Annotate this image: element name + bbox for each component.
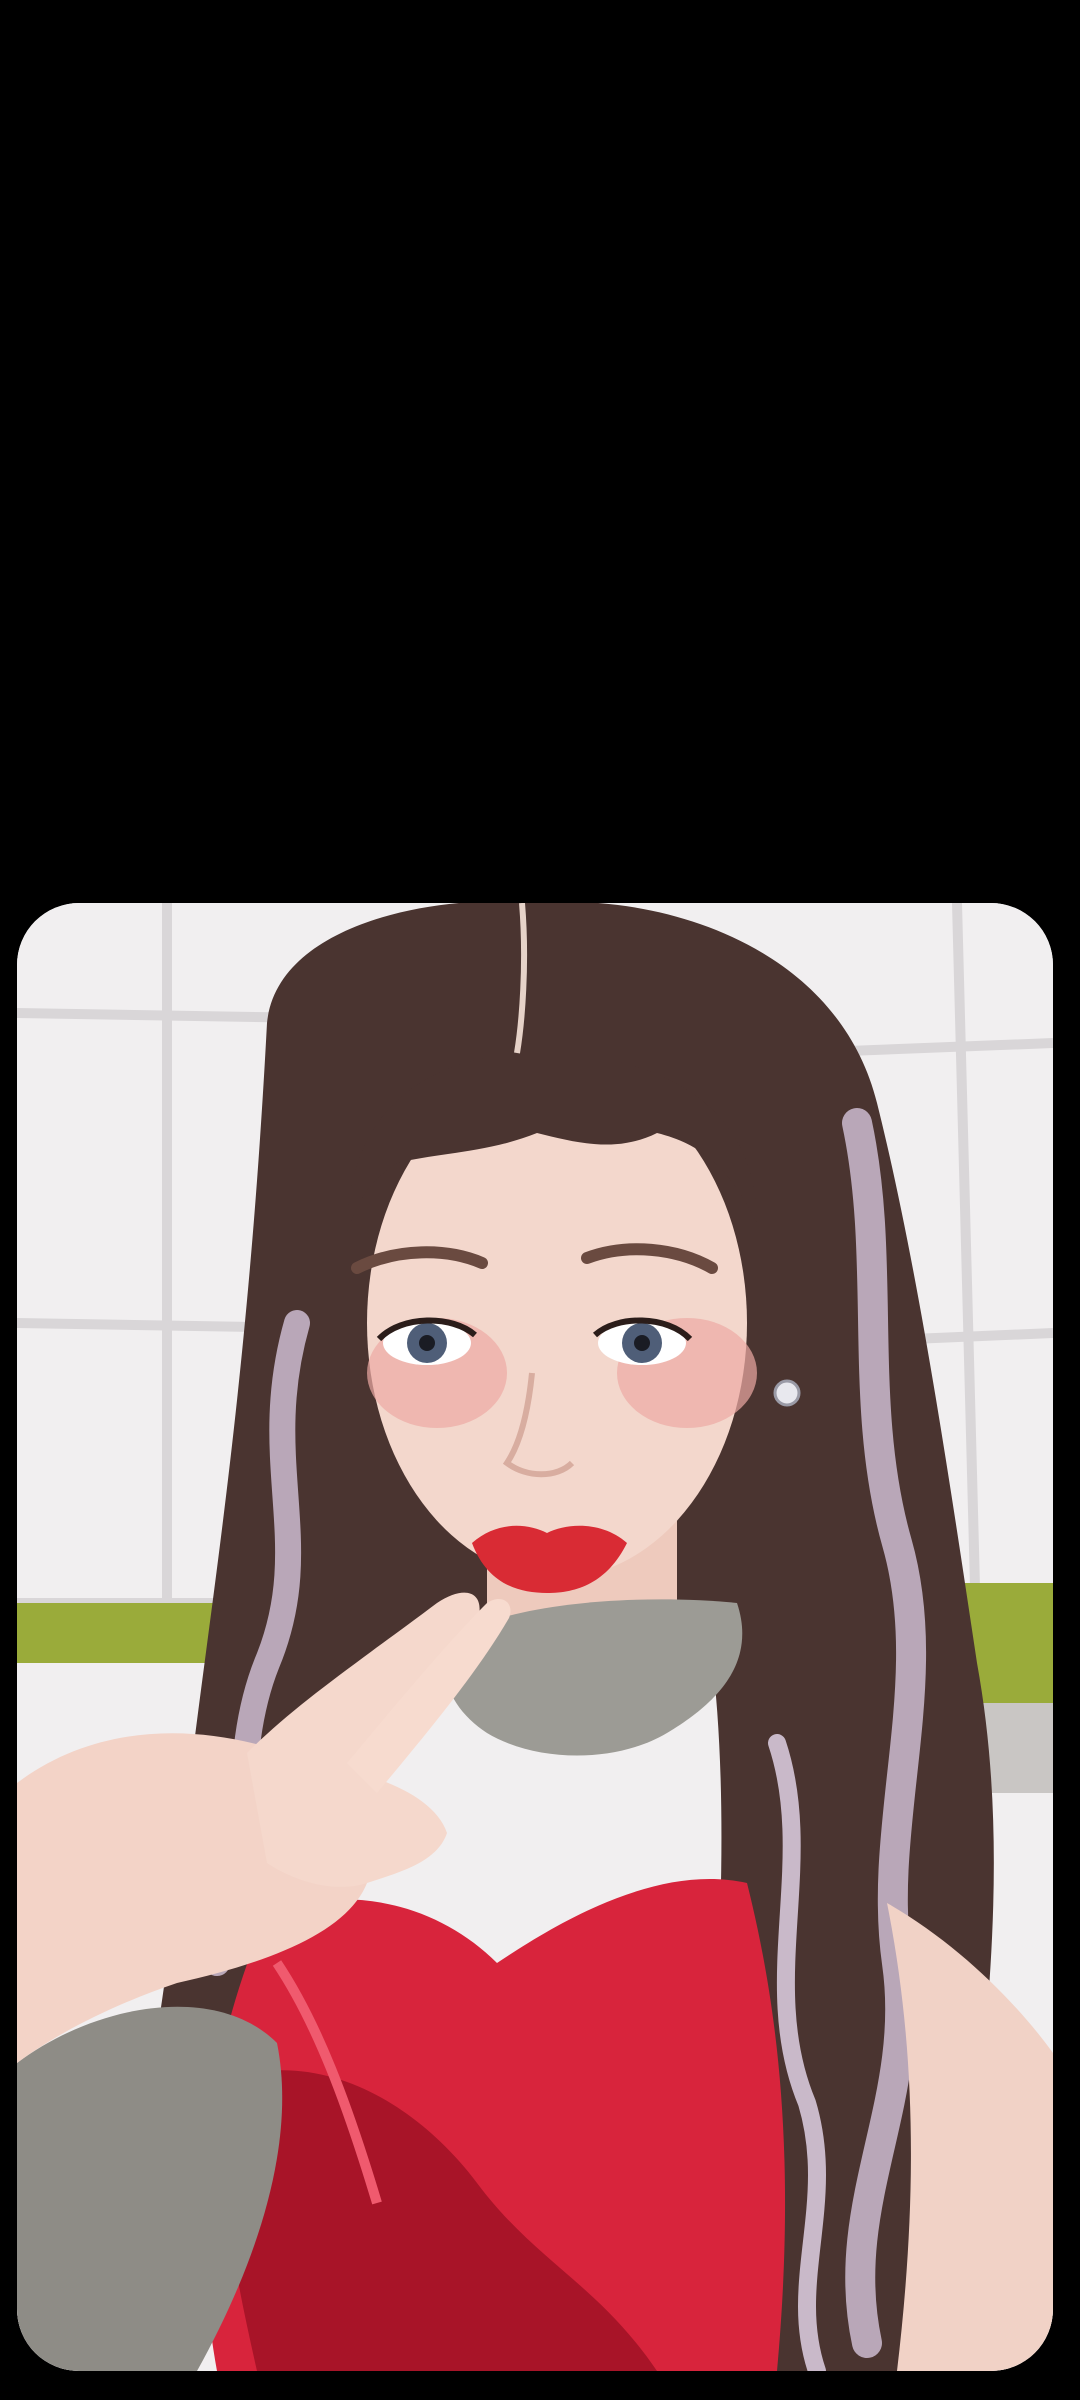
earring	[773, 1379, 801, 1407]
photo-card[interactable]	[17, 903, 1053, 2371]
pupil-left	[419, 1335, 435, 1351]
screen	[0, 0, 1080, 2400]
portrait-photo	[17, 903, 1053, 2371]
pupil-right	[634, 1335, 650, 1351]
